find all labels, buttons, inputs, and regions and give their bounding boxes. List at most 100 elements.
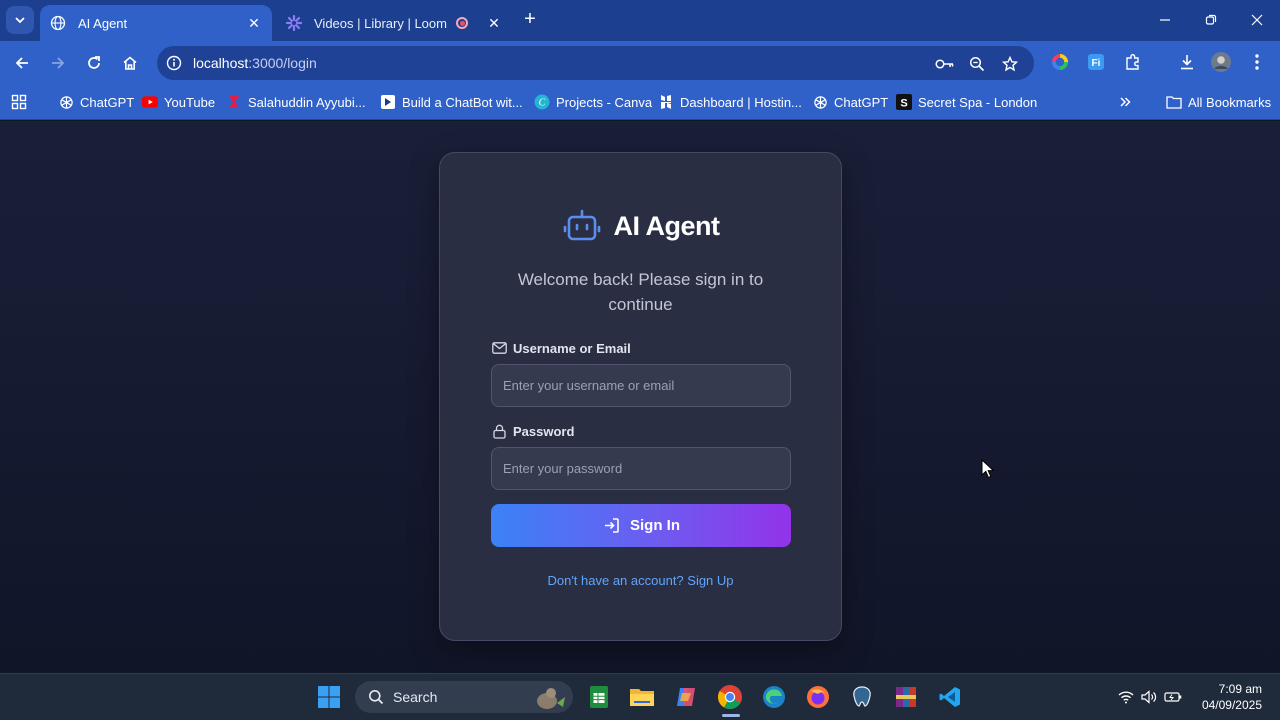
system-clock[interactable]: 7:09 am 04/09/2025 bbox=[1196, 681, 1262, 713]
new-tab-button[interactable]: + bbox=[520, 9, 540, 30]
bookmark-chatgpt[interactable]: ChatGPT bbox=[58, 93, 134, 111]
file-explorer-icon[interactable] bbox=[628, 683, 656, 711]
login-subtitle: Welcome back! Please sign in to continue bbox=[517, 270, 764, 314]
reload-button[interactable] bbox=[82, 51, 106, 75]
volume-icon[interactable] bbox=[1140, 688, 1158, 706]
bookmark-chatgpt-2[interactable]: ChatGPT bbox=[812, 93, 888, 111]
fonts-extension-icon[interactable]: Fi bbox=[1085, 51, 1107, 73]
double-chevron-right-icon bbox=[1120, 97, 1131, 107]
site-info-icon[interactable] bbox=[165, 54, 183, 72]
username-label-text: Username or Email bbox=[513, 340, 631, 356]
bookmark-canva[interactable]: C Projects - Canva bbox=[534, 93, 652, 111]
winrar-app-icon[interactable] bbox=[892, 683, 920, 711]
svg-text:S: S bbox=[900, 98, 907, 110]
bookmark-chatbot[interactable]: Build a ChatBot wit... bbox=[380, 93, 523, 111]
brand-title: AI Agent bbox=[613, 210, 721, 241]
bookmark-hostinger[interactable]: Dashboard | Hostin... bbox=[658, 93, 802, 111]
url-host: localhost bbox=[193, 55, 249, 71]
close-icon[interactable]: ✕ bbox=[484, 13, 504, 33]
login-arrow-icon bbox=[602, 517, 620, 535]
arrow-right-icon bbox=[52, 57, 65, 69]
bookmarks-overflow-button[interactable] bbox=[1118, 93, 1132, 111]
minimize-icon bbox=[1160, 19, 1170, 21]
arrow-left-icon bbox=[15, 57, 28, 69]
bookmark-secret-spa[interactable]: S Secret Spa - London bbox=[896, 93, 1037, 111]
bookmark-youtube[interactable]: YouTube bbox=[142, 93, 215, 111]
bookmark-label: ChatGPT bbox=[834, 94, 889, 110]
sheets-app-icon[interactable] bbox=[585, 683, 613, 711]
vscode-app-icon[interactable] bbox=[936, 683, 964, 711]
more-menu-icon[interactable] bbox=[1246, 51, 1268, 73]
windows-start-icon bbox=[318, 686, 340, 708]
color-picker-extension-icon[interactable] bbox=[1049, 51, 1071, 73]
close-icon[interactable]: ✕ bbox=[244, 13, 264, 33]
tab-search-button[interactable] bbox=[6, 6, 34, 34]
minimize-button[interactable] bbox=[1150, 8, 1180, 32]
clock-date: 04/09/2025 bbox=[1201, 698, 1262, 712]
tab-title: Videos | Library | Loom bbox=[314, 15, 447, 31]
taskbar-search[interactable]: Search bbox=[355, 681, 573, 713]
mouse-cursor-icon bbox=[981, 459, 995, 479]
bookmarks-bar: ChatGPT YouTube Salahuddin Ayyubi... Bui… bbox=[0, 85, 1280, 120]
folder-icon bbox=[1166, 94, 1182, 110]
restore-button[interactable] bbox=[1196, 8, 1226, 32]
search-icon bbox=[367, 688, 385, 706]
os-taskbar: Search 7:09 am 04/09/2025 bbox=[0, 673, 1280, 720]
sign-up-link[interactable]: Don't have an account? Sign Up bbox=[440, 573, 841, 588]
tab-ai-agent[interactable]: AI Agent ✕ bbox=[40, 5, 272, 41]
star-icon[interactable] bbox=[1000, 54, 1020, 74]
close-window-button[interactable] bbox=[1242, 8, 1272, 32]
start-button[interactable] bbox=[315, 683, 343, 711]
sign-in-button[interactable]: Sign In bbox=[491, 504, 791, 547]
password-key-icon[interactable] bbox=[935, 54, 955, 74]
extensions-puzzle-icon[interactable] bbox=[1122, 51, 1144, 73]
bookmark-label: Projects - Canva bbox=[556, 94, 653, 110]
url-text: localhost:3000/login bbox=[193, 55, 317, 71]
postgres-app-icon[interactable] bbox=[848, 683, 876, 711]
all-bookmarks-label: All Bookmarks bbox=[1188, 94, 1272, 110]
recording-icon bbox=[456, 17, 468, 29]
url-path: :3000/login bbox=[248, 55, 317, 71]
svg-text:Fi: Fi bbox=[1092, 58, 1101, 69]
reload-icon bbox=[88, 56, 100, 69]
profile-avatar-icon[interactable] bbox=[1210, 51, 1232, 73]
firefox-app-icon[interactable] bbox=[804, 683, 832, 711]
download-icon[interactable] bbox=[1176, 51, 1198, 73]
username-label: Username or Email bbox=[491, 340, 631, 356]
bookmark-label: Build a ChatBot wit... bbox=[402, 94, 523, 110]
browser-tab-strip: AI Agent ✕ Videos | Library | Loom ✕ + bbox=[0, 0, 1280, 41]
bookmark-label: Secret Spa - London bbox=[918, 94, 1038, 110]
sign-in-label: Sign In bbox=[630, 517, 680, 534]
battery-icon[interactable] bbox=[1164, 688, 1182, 706]
search-highlight-icon bbox=[537, 688, 565, 709]
address-bar[interactable]: localhost:3000/login bbox=[157, 46, 1034, 80]
bookmark-label: ChatGPT bbox=[80, 94, 135, 110]
globe-icon bbox=[50, 15, 66, 31]
username-input[interactable] bbox=[491, 364, 791, 407]
mail-icon bbox=[491, 340, 507, 356]
hostinger-icon bbox=[658, 94, 674, 110]
wifi-icon[interactable] bbox=[1117, 688, 1135, 706]
canva-icon: C bbox=[534, 94, 550, 110]
forward-button[interactable] bbox=[46, 51, 70, 75]
svg-text:C: C bbox=[539, 98, 546, 109]
bookmark-icon bbox=[380, 94, 396, 110]
home-button[interactable] bbox=[118, 51, 142, 75]
back-button[interactable] bbox=[10, 51, 34, 75]
bookmark-label: Salahuddin Ayyubi... bbox=[248, 94, 366, 110]
chrome-app-icon[interactable] bbox=[716, 683, 744, 711]
active-app-indicator bbox=[722, 714, 740, 717]
all-bookmarks-button[interactable]: All Bookmarks bbox=[1166, 93, 1271, 111]
copilot-icon[interactable] bbox=[672, 683, 700, 711]
password-label-text: Password bbox=[513, 423, 575, 439]
edge-app-icon[interactable] bbox=[760, 683, 788, 711]
zoom-icon[interactable] bbox=[967, 54, 987, 74]
tab-loom[interactable]: Videos | Library | Loom ✕ bbox=[276, 5, 512, 41]
bookmark-salahuddin[interactable]: Salahuddin Ayyubi... bbox=[226, 93, 366, 111]
close-icon bbox=[1251, 14, 1263, 26]
restore-icon bbox=[1205, 14, 1217, 25]
apps-grid-button[interactable] bbox=[11, 93, 27, 111]
page-viewport: AI Agent Welcome back! Please sign in to… bbox=[0, 121, 1280, 673]
bookmark-icon bbox=[226, 94, 242, 110]
password-input[interactable] bbox=[491, 447, 791, 490]
